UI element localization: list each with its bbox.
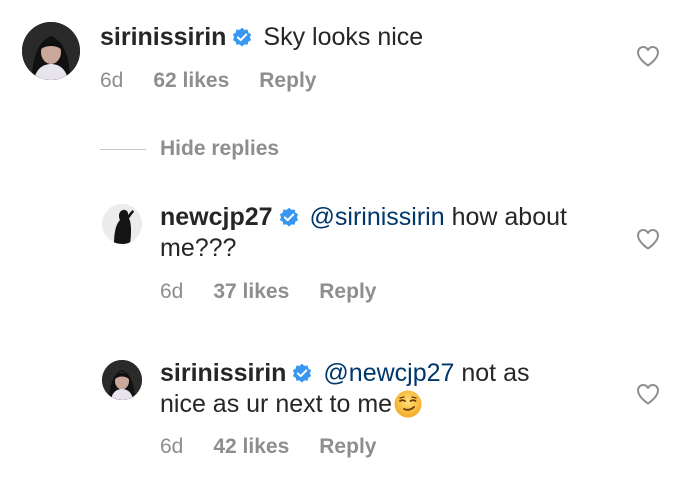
heart-outline-icon <box>637 46 659 67</box>
heart-outline-icon <box>637 229 659 250</box>
comment-text: not as <box>461 359 530 387</box>
comment-username[interactable]: sirinissirin <box>160 359 286 387</box>
mention-link[interactable]: @sirinissirin <box>310 203 445 231</box>
avatar[interactable] <box>22 22 80 80</box>
verified-badge-icon <box>279 207 299 227</box>
comment-time: 6d <box>160 280 184 303</box>
comment-time: 6d <box>100 69 124 92</box>
comment-body: sirinissirin Sky looks nice <box>100 22 580 53</box>
comment-body: sirinissirin @newcjp27 not as nice as ur… <box>160 358 600 420</box>
comment-text-continued: nice as ur next to me <box>160 390 393 418</box>
avatar[interactable] <box>102 360 142 400</box>
comment-meta: 6d 42 likes Reply <box>160 434 376 460</box>
comment-line: newcjp27 @sirinissirin how about <box>160 202 600 233</box>
comment-likes[interactable]: 62 likes <box>153 69 229 92</box>
comment-text: how about <box>451 203 567 231</box>
comment-username[interactable]: newcjp27 <box>160 203 273 231</box>
avatar[interactable] <box>102 204 142 244</box>
like-button[interactable] <box>636 383 660 405</box>
verified-badge-icon <box>292 363 312 383</box>
comment-time: 6d <box>160 435 184 458</box>
comment-body: newcjp27 @sirinissirin how about me??? <box>160 202 600 264</box>
comment-likes[interactable]: 42 likes <box>213 435 289 458</box>
like-button[interactable] <box>636 45 660 67</box>
reply-button[interactable]: Reply <box>319 280 376 303</box>
comment-meta: 6d 37 likes Reply <box>160 279 376 305</box>
smirking-face-emoji-icon <box>393 389 423 419</box>
comment-text: Sky looks nice <box>263 23 424 51</box>
avatar-photo <box>102 204 142 244</box>
verified-badge-icon <box>232 27 252 47</box>
reply-button[interactable]: Reply <box>319 435 376 458</box>
comment-line: nice as ur next to me <box>160 389 600 420</box>
mention-link[interactable]: @newcjp27 <box>323 359 454 387</box>
avatar-photo <box>22 22 80 80</box>
like-button[interactable] <box>636 228 660 250</box>
hide-replies-button[interactable]: Hide replies <box>160 136 279 162</box>
reply-button[interactable]: Reply <box>259 69 316 92</box>
comment-text-continued: me??? <box>160 234 237 262</box>
heart-outline-icon <box>637 384 659 405</box>
comment-likes[interactable]: 37 likes <box>213 280 289 303</box>
comment-line: sirinissirin @newcjp27 not as <box>160 358 600 389</box>
comment-meta: 6d 62 likes Reply <box>100 68 316 94</box>
hide-replies-divider <box>100 149 146 150</box>
avatar-photo <box>102 360 142 400</box>
comment-username[interactable]: sirinissirin <box>100 23 226 51</box>
